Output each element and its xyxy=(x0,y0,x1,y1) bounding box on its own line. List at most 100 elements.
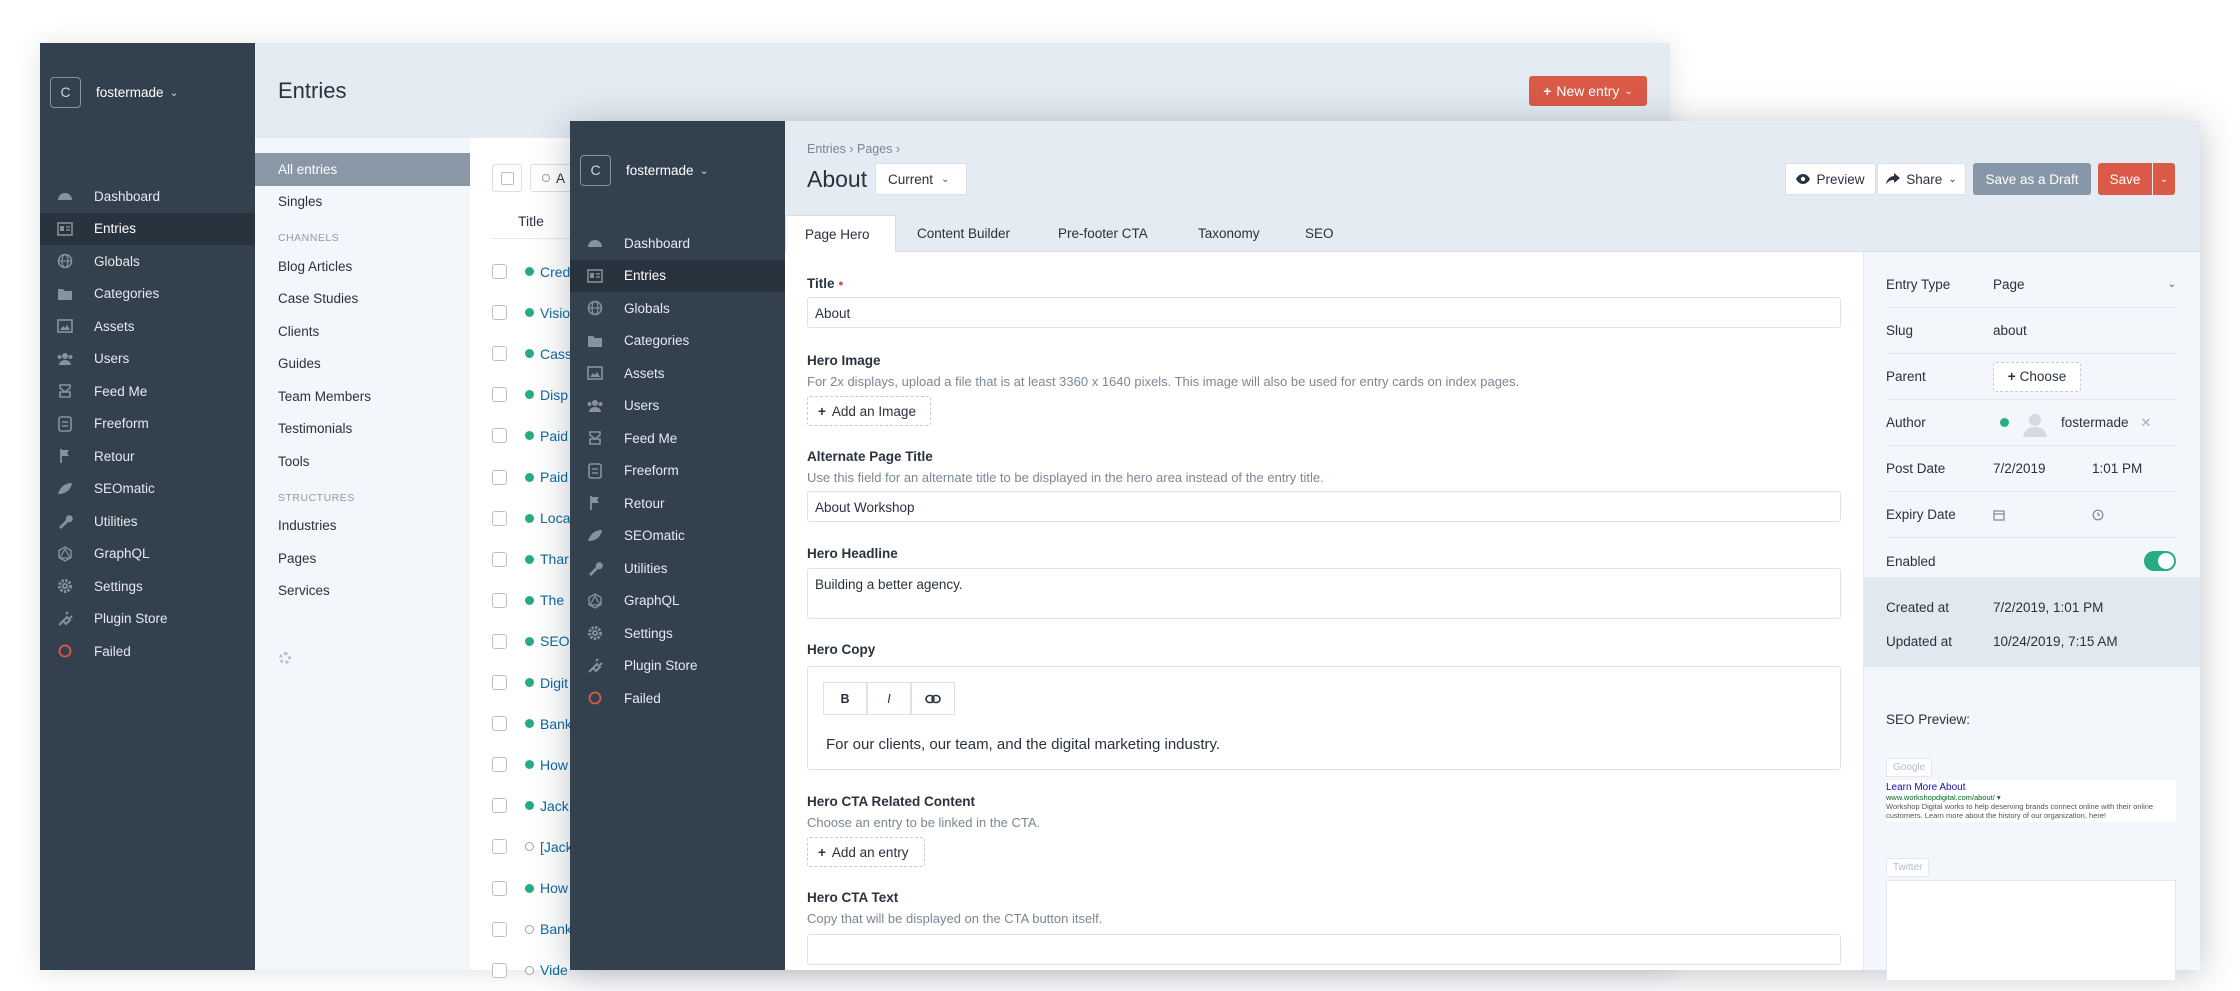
share-button[interactable]: Share ⌄ xyxy=(1877,163,1966,195)
row-title-link[interactable]: [Jack xyxy=(540,839,573,855)
nav-item-settings[interactable]: Settings xyxy=(40,570,255,603)
enabled-toggle[interactable] xyxy=(2144,551,2176,571)
nav-item-seomatic[interactable]: SEOmatic xyxy=(40,473,255,506)
preview-button[interactable]: Preview xyxy=(1785,163,1876,195)
row-title-link[interactable]: How xyxy=(540,757,568,773)
row-checkbox[interactable] xyxy=(492,469,507,485)
author-name[interactable]: fostermade xyxy=(2061,415,2129,430)
source-guides[interactable]: Guides xyxy=(255,348,470,381)
nav-item-users[interactable]: Users xyxy=(40,343,255,376)
row-title-link[interactable]: Vide xyxy=(540,962,568,978)
row-checkbox[interactable] xyxy=(492,551,507,567)
source-singles[interactable]: Singles xyxy=(255,186,470,219)
row-title-link[interactable]: The xyxy=(540,592,564,608)
nav-item-settings[interactable]: Settings xyxy=(570,617,785,650)
table-row[interactable]: How xyxy=(470,744,568,785)
row-title-link[interactable]: Loca xyxy=(540,510,570,526)
row-checkbox[interactable] xyxy=(492,716,507,732)
source-all-entries[interactable]: All entries xyxy=(255,153,470,186)
nav-item-globals[interactable]: Globals xyxy=(570,292,785,325)
breadcrumb[interactable]: Entries › Pages › xyxy=(807,142,900,156)
nav-item-retour[interactable]: Retour xyxy=(40,440,255,473)
table-row[interactable]: Thar xyxy=(470,539,569,580)
table-row[interactable]: Cred xyxy=(470,251,570,292)
table-row[interactable]: How xyxy=(470,868,568,909)
table-row[interactable]: Paid xyxy=(470,415,568,456)
nav-item-assets[interactable]: Assets xyxy=(570,357,785,390)
table-row[interactable]: SEO xyxy=(470,621,570,662)
site-switcher[interactable]: C fostermade ⌄ xyxy=(50,75,179,109)
nav-item-plugin-store[interactable]: Plugin Store xyxy=(570,650,785,683)
nav-item-users[interactable]: Users xyxy=(570,390,785,423)
row-checkbox[interactable] xyxy=(492,346,507,362)
save-draft-button[interactable]: Save as a Draft xyxy=(1973,163,2091,195)
tab-content-builder[interactable]: Content Builder xyxy=(917,215,1010,252)
row-checkbox[interactable] xyxy=(492,510,507,526)
cta-text-input[interactable] xyxy=(807,934,1841,965)
row-title-link[interactable]: Bank xyxy=(540,716,572,732)
nav-item-freeform[interactable]: Freeform xyxy=(570,455,785,488)
table-row[interactable]: Bank xyxy=(470,703,572,744)
row-checkbox[interactable] xyxy=(492,798,507,814)
source-blog-articles[interactable]: Blog Articles xyxy=(255,250,470,283)
table-row[interactable]: Jack xyxy=(470,785,569,826)
nav-item-categories[interactable]: Categories xyxy=(570,325,785,358)
row-title-link[interactable]: How xyxy=(540,880,568,896)
table-row[interactable]: Disp xyxy=(470,374,568,415)
post-time-input[interactable]: 1:01 PM xyxy=(2092,461,2142,476)
source-tools[interactable]: Tools xyxy=(255,445,470,478)
nav-item-failed[interactable]: Failed xyxy=(40,635,255,668)
source-clients[interactable]: Clients xyxy=(255,315,470,348)
source-industries[interactable]: Industries xyxy=(255,510,470,543)
site-switcher[interactable]: C fostermade ⌄ xyxy=(580,153,709,187)
source-pages[interactable]: Pages xyxy=(255,542,470,575)
row-checkbox[interactable] xyxy=(492,675,507,690)
post-date-input[interactable]: 7/2/2019 xyxy=(1993,461,2092,476)
row-title-link[interactable]: Paid xyxy=(540,428,568,444)
revision-menu[interactable]: Current ⌄ xyxy=(875,163,967,195)
save-options-button[interactable]: ⌄ xyxy=(2153,163,2175,195)
row-checkbox[interactable] xyxy=(492,428,507,444)
alt-title-input[interactable]: About Workshop xyxy=(807,491,1841,522)
add-image-button[interactable]: + Add an Image xyxy=(807,396,931,426)
row-checkbox[interactable] xyxy=(492,305,507,321)
remove-icon[interactable]: ✕ xyxy=(2141,415,2152,431)
nav-item-globals[interactable]: Globals xyxy=(40,245,255,278)
title-input[interactable]: About xyxy=(807,297,1841,328)
table-row[interactable]: [Jack xyxy=(470,826,573,867)
table-row[interactable]: Bank xyxy=(470,909,572,950)
new-entry-button[interactable]: + New entry ⌄ xyxy=(1529,76,1647,106)
nav-item-utilities[interactable]: Utilities xyxy=(570,552,785,585)
row-checkbox[interactable] xyxy=(492,592,507,608)
italic-button[interactable]: I xyxy=(867,682,911,715)
tab-taxonomy[interactable]: Taxonomy xyxy=(1198,215,1260,252)
table-row[interactable]: Cass xyxy=(470,333,572,374)
row-checkbox[interactable] xyxy=(492,633,507,649)
save-button[interactable]: Save xyxy=(2098,163,2152,195)
row-title-link[interactable]: Cred xyxy=(540,264,570,280)
row-title-link[interactable]: SEO xyxy=(540,633,570,649)
bold-button[interactable]: B xyxy=(823,682,867,715)
hero-copy-editor[interactable]: B I For our clients, our team, and the d… xyxy=(807,666,1841,770)
row-checkbox[interactable] xyxy=(492,757,507,773)
nav-item-dashboard[interactable]: Dashboard xyxy=(40,180,255,213)
source-team-members[interactable]: Team Members xyxy=(255,380,470,413)
row-title-link[interactable]: Disp xyxy=(540,387,568,403)
nav-item-plugin-store[interactable]: Plugin Store xyxy=(40,603,255,636)
clock-icon[interactable] xyxy=(2092,509,2104,521)
nav-item-dashboard[interactable]: Dashboard xyxy=(570,227,785,260)
nav-item-freeform[interactable]: Freeform xyxy=(40,408,255,441)
table-row[interactable]: Vide xyxy=(470,950,568,991)
table-row[interactable]: Loca xyxy=(470,498,570,539)
entry-type-select[interactable]: Page xyxy=(1993,277,2025,292)
nav-item-feed-me[interactable]: Feed Me xyxy=(40,375,255,408)
table-row[interactable]: Digit xyxy=(470,662,568,703)
tab-page-hero[interactable]: Page Hero xyxy=(785,215,896,253)
source-case-studies[interactable]: Case Studies xyxy=(255,283,470,316)
row-checkbox[interactable] xyxy=(492,962,507,978)
row-title-link[interactable]: Visio xyxy=(540,305,570,321)
nav-item-assets[interactable]: Assets xyxy=(40,310,255,343)
table-row[interactable]: Paid xyxy=(470,457,568,498)
slug-input[interactable]: about xyxy=(1993,323,2027,338)
row-checkbox[interactable] xyxy=(492,880,507,896)
